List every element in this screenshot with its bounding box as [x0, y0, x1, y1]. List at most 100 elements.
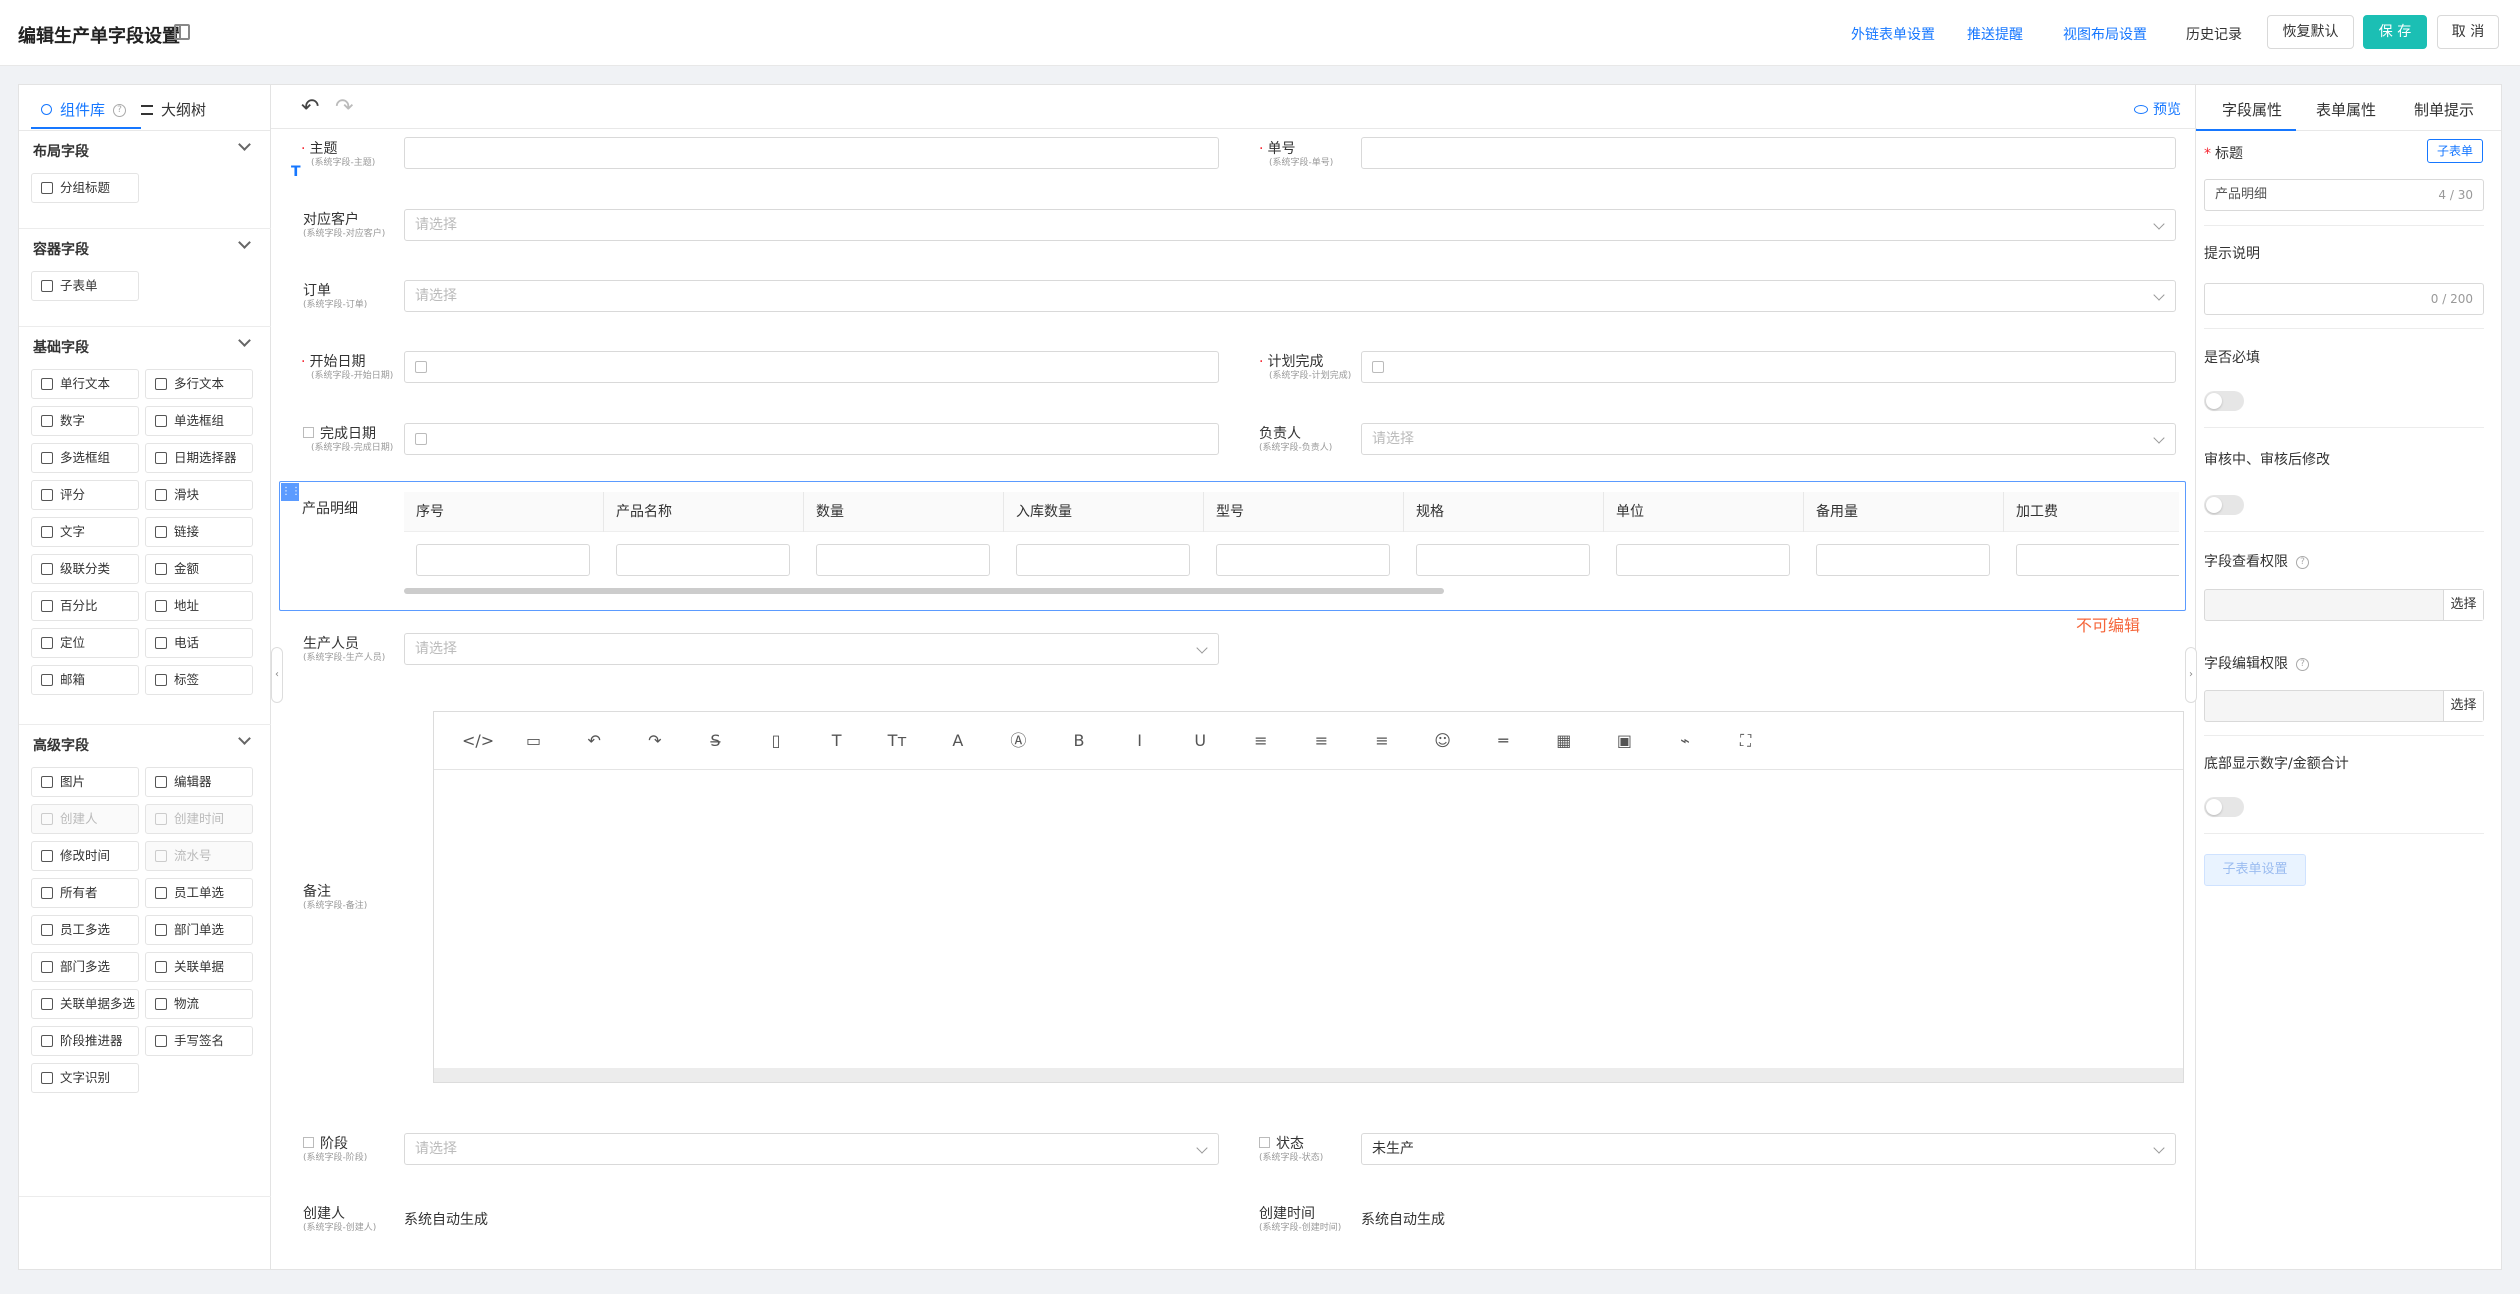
section-title[interactable]: 容器字段 [33, 239, 89, 259]
audit-edit-toggle[interactable] [2204, 495, 2244, 515]
collapse-left-handle[interactable]: ‹ [271, 647, 283, 703]
italic-icon[interactable]: I [1129, 730, 1151, 752]
component-item[interactable]: 单行文本 [31, 369, 139, 399]
component-item[interactable]: 物流 [145, 989, 253, 1019]
undo-icon[interactable]: ↶ [301, 95, 319, 120]
component-item[interactable]: 子表单 [31, 271, 139, 301]
component-item[interactable]: 评分 [31, 480, 139, 510]
align-center-icon[interactable]: ≡ [1310, 730, 1332, 752]
subtable-cell-input[interactable] [1016, 544, 1190, 576]
customer-select[interactable]: 请选择 [404, 209, 2176, 241]
subtable-settings-button[interactable]: 子表单设置 [2204, 854, 2306, 886]
component-item[interactable]: 部门多选 [31, 952, 139, 982]
horizontal-scrollbar[interactable] [404, 588, 1444, 594]
stage-select[interactable]: 请选择 [404, 1133, 1219, 1165]
component-item[interactable]: 修改时间 [31, 841, 139, 871]
section-title[interactable]: 高级字段 [33, 735, 89, 755]
component-item[interactable]: 单选框组 [145, 406, 253, 436]
emoji-icon[interactable]: ☺ [1432, 730, 1454, 752]
undo-icon[interactable]: ↶ [583, 730, 605, 752]
attachment-icon[interactable]: ⌁ [1674, 730, 1696, 752]
external-form-link[interactable]: 外链表单设置 [1851, 24, 1935, 44]
subtable-cell-input[interactable] [1616, 544, 1790, 576]
align-right-icon[interactable]: ≡ [1371, 730, 1393, 752]
subtable-cell-input[interactable] [1216, 544, 1390, 576]
component-item[interactable]: 文字识别 [31, 1063, 139, 1093]
tab-outline[interactable]: 大纲树 [141, 99, 206, 120]
table-icon[interactable]: ▦ [1553, 730, 1575, 752]
edit-permission-select-button[interactable]: 选择 [2443, 691, 2483, 721]
component-item[interactable]: 日期选择器 [145, 443, 253, 473]
plan-date-picker[interactable] [1361, 351, 2176, 383]
preview-button[interactable]: 预览 [2134, 99, 2181, 119]
redo-icon[interactable]: ↷ [335, 95, 353, 120]
code-icon[interactable]: </> [462, 730, 494, 752]
required-toggle[interactable] [2204, 391, 2244, 411]
tab-field-properties[interactable]: 字段属性 [2222, 99, 2282, 120]
collapse-right-handle[interactable]: › [2185, 647, 2197, 703]
component-item[interactable]: 多选框组 [31, 443, 139, 473]
tab-form-properties[interactable]: 表单属性 [2316, 99, 2376, 120]
subtable-cell-input[interactable] [1416, 544, 1590, 576]
component-item[interactable]: 金额 [145, 554, 253, 584]
font-color-icon[interactable]: A [947, 730, 969, 752]
start-date-picker[interactable] [404, 351, 1219, 383]
component-item[interactable]: 分组标题 [31, 173, 139, 203]
title-input[interactable]: 产品明细 4 / 30 [2204, 179, 2484, 211]
component-item[interactable]: 部门单选 [145, 915, 253, 945]
component-item[interactable]: 员工单选 [145, 878, 253, 908]
divider-icon[interactable]: ═ [1492, 730, 1514, 752]
component-item[interactable]: 编辑器 [145, 767, 253, 797]
chevron-down-icon[interactable] [238, 334, 251, 347]
component-item[interactable]: 创建人 [31, 804, 139, 834]
file-icon[interactable]: ▯ [765, 730, 787, 752]
chevron-down-icon[interactable] [238, 138, 251, 151]
component-item[interactable]: 所有者 [31, 878, 139, 908]
subtable-cell-input[interactable] [416, 544, 590, 576]
image-icon[interactable]: ▣ [1613, 730, 1635, 752]
component-item[interactable]: 关联单据 [145, 952, 253, 982]
history-link[interactable]: 历史记录 [2186, 24, 2242, 44]
save-button[interactable]: 保 存 [2363, 15, 2427, 49]
subtable-cell-input[interactable] [1816, 544, 1990, 576]
background-color-icon[interactable]: Ⓐ [1007, 730, 1029, 752]
worker-select[interactable]: 请选择 [404, 633, 1219, 665]
align-left-icon[interactable]: ≡ [1250, 730, 1272, 752]
status-select[interactable]: 未生产 [1361, 1133, 2176, 1165]
component-item[interactable]: 关联单据多选 [31, 989, 139, 1019]
subtable-cell-input[interactable] [816, 544, 990, 576]
component-item[interactable]: 电话 [145, 628, 253, 658]
component-item[interactable]: 文字 [31, 517, 139, 547]
component-item[interactable]: 滑块 [145, 480, 253, 510]
chevron-down-icon[interactable] [238, 732, 251, 745]
component-item[interactable]: 邮箱 [31, 665, 139, 695]
section-title[interactable]: 布局字段 [33, 141, 89, 161]
owner-select[interactable]: 请选择 [1361, 423, 2176, 455]
heading-icon[interactable]: T [826, 730, 848, 752]
underline-icon[interactable]: U [1189, 730, 1211, 752]
component-item[interactable]: 流水号 [145, 841, 253, 871]
cancel-button[interactable]: 取 消 [2437, 15, 2499, 49]
component-item[interactable]: 创建时间 [145, 804, 253, 834]
product-subtable[interactable]: ⋮⋮ 产品明细 序号 产品名称 数量 入库数量 型号 规格 单位 备用量 加工费 [279, 481, 2186, 611]
section-title[interactable]: 基础字段 [33, 337, 89, 357]
hint-input[interactable]: 0 / 200 [2204, 283, 2484, 315]
component-item[interactable]: 定位 [31, 628, 139, 658]
rich-text-editor[interactable]: </> ▭ ↶ ↷ S̶ ▯ T Tт A Ⓐ B I U ≡ ≡ ≡ ☺ ═ ▦ ▣ ⌁ ⛶ [433, 711, 2184, 1083]
tab-creation-tips[interactable]: 制单提示 [2414, 99, 2474, 120]
drag-handle-icon[interactable]: ⋮⋮ [281, 483, 301, 501]
component-item[interactable]: 百分比 [31, 591, 139, 621]
font-size-icon[interactable]: Tт [886, 730, 908, 752]
order-select[interactable]: 请选择 [404, 280, 2176, 312]
subtable-cell-input[interactable] [2016, 544, 2179, 576]
component-item[interactable]: 手写签名 [145, 1026, 253, 1056]
number-input[interactable] [1361, 137, 2176, 169]
subtable-cell-input[interactable] [616, 544, 790, 576]
strikethrough-icon[interactable]: S̶ [704, 730, 726, 752]
bold-icon[interactable]: B [1068, 730, 1090, 752]
component-item[interactable]: 多行文本 [145, 369, 253, 399]
layout-icon[interactable] [174, 24, 190, 40]
view-permission-select-button[interactable]: 选择 [2443, 590, 2483, 620]
subject-input[interactable] [404, 137, 1219, 169]
template-icon[interactable]: ▭ [523, 730, 545, 752]
